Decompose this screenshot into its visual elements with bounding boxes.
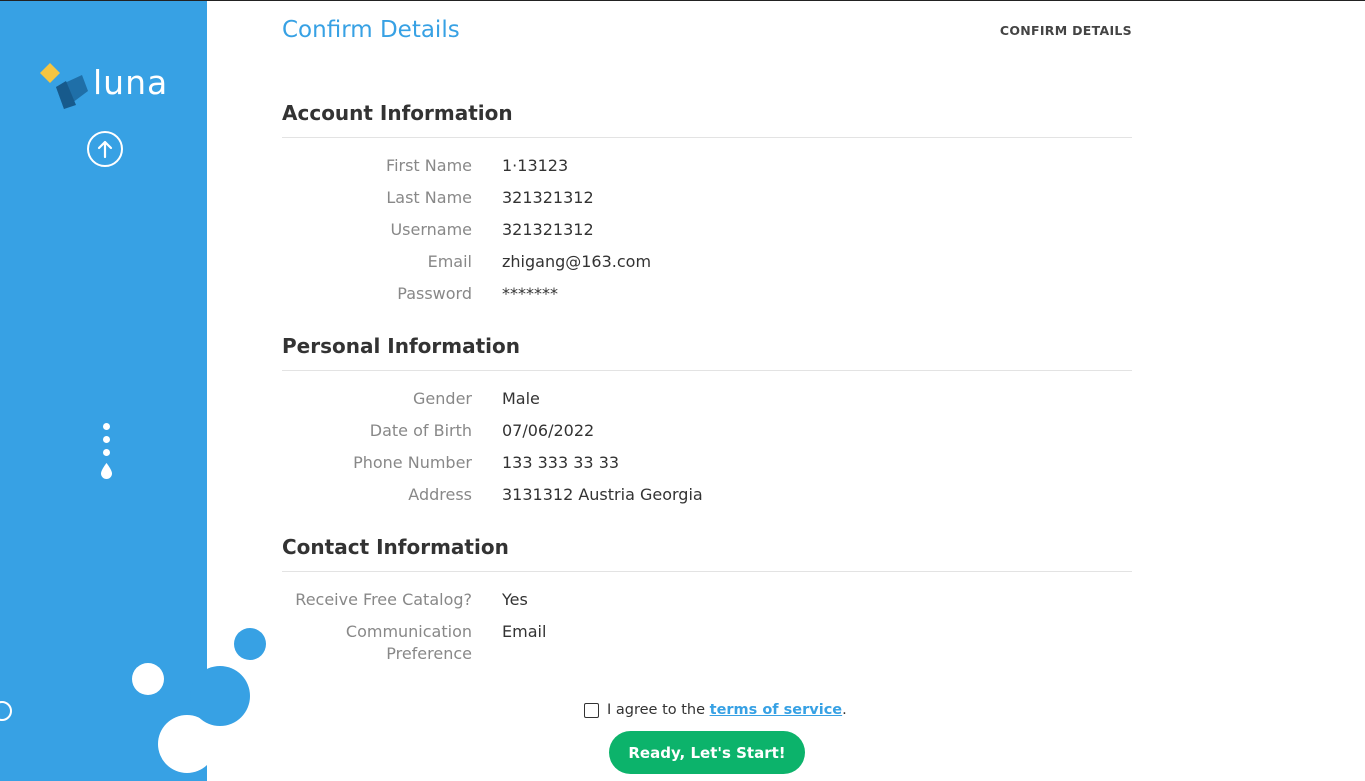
luna-logo-icon: [40, 63, 88, 109]
field-label: Gender: [413, 389, 472, 408]
info-row: Password *******: [282, 283, 1132, 315]
field-value: 321321312: [502, 188, 594, 207]
account-section: Account Information First Name 1·13123 L…: [282, 101, 1132, 315]
info-row: First Name 1·13123: [282, 155, 1132, 187]
field-value: 133 333 33 33: [502, 453, 620, 472]
agree-suffix: .: [842, 702, 847, 718]
info-row: Date of Birth 07/06/2022: [282, 420, 1132, 452]
section-title: Personal Information: [282, 334, 1132, 371]
field-label: First Name: [386, 156, 472, 175]
field-value: Yes: [502, 590, 528, 609]
field-label: Receive Free Catalog?: [295, 590, 472, 609]
scroll-up-button[interactable]: [87, 131, 123, 167]
luna-logo[interactable]: luna: [36, 61, 186, 113]
info-row: Receive Free Catalog? Yes: [282, 589, 1132, 621]
sidebar: luna: [0, 1, 207, 781]
section-title: Contact Information: [282, 535, 1132, 572]
personal-section: Personal Information Gender Male Date of…: [282, 334, 1132, 516]
terms-of-service-link[interactable]: terms of service: [710, 702, 843, 718]
field-label: Last Name: [386, 188, 472, 207]
field-value: Male: [502, 389, 540, 408]
decor-bubble: [190, 666, 250, 726]
field-label: Date of Birth: [369, 421, 472, 440]
info-row: Email zhigang@163.com: [282, 251, 1132, 283]
field-label: Email: [427, 252, 472, 271]
field-label-line: Communication: [345, 622, 472, 641]
section-title: Account Information: [282, 101, 1132, 138]
step-label: CONFIRM DETAILS: [999, 23, 1132, 38]
info-row: Communication Preference Email: [282, 621, 1132, 671]
field-value: 3131312 Austria Georgia: [502, 485, 703, 504]
field-label: Username: [390, 220, 472, 239]
vertical-dots-icon: [99, 423, 115, 483]
field-value: 07/06/2022: [502, 421, 595, 440]
decor-bubble: [158, 715, 207, 773]
info-row: Last Name 321321312: [282, 187, 1132, 219]
field-label: Password: [397, 284, 472, 303]
terms-checkbox[interactable]: [584, 702, 599, 718]
start-button[interactable]: Ready, Let's Start!: [609, 731, 805, 774]
info-row: Address 3131312 Austria Georgia: [282, 484, 1132, 516]
terms-agreement: I agree to the terms of service .: [584, 702, 847, 718]
field-label-line: Preference: [386, 644, 472, 663]
decor-bubble: [234, 628, 266, 660]
page-title: Confirm Details: [282, 17, 460, 43]
field-value: zhigang@163.com: [502, 252, 652, 271]
field-label: Phone Number: [353, 453, 472, 472]
agree-prefix: I agree to the: [607, 702, 710, 718]
field-value: Email: [502, 622, 547, 641]
field-label: Address: [408, 485, 472, 504]
logo-text: luna: [93, 63, 169, 102]
field-value: *******: [502, 284, 558, 303]
decor-bubble: [132, 663, 164, 695]
decor-bubble: [0, 701, 12, 721]
info-row: Username 321321312: [282, 219, 1132, 251]
field-label: Communication Preference: [282, 621, 472, 665]
contact-section: Contact Information Receive Free Catalog…: [282, 535, 1132, 671]
info-row: Phone Number 133 333 33 33: [282, 452, 1132, 484]
field-value: 1·13123: [502, 156, 569, 175]
info-row: Gender Male: [282, 388, 1132, 420]
arrow-up-icon: [97, 140, 113, 159]
field-value: 321321312: [502, 220, 594, 239]
